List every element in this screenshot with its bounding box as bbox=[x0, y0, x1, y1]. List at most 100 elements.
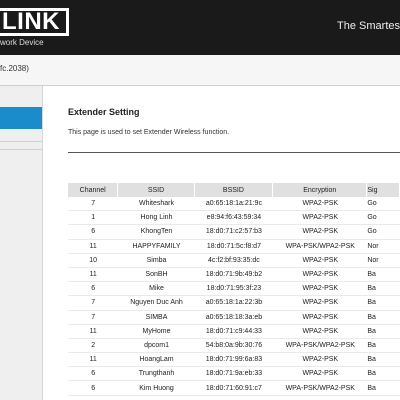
table-row[interactable]: 6 Kim Huong 18:d0:71:60:91:c7 WPA-PSK/WPA2-… bbox=[68, 381, 400, 396]
bssid-cell: 18:d0:71:9a:eb:33 bbox=[194, 367, 274, 382]
bssid-cell: a0:65:18:1a:22:3b bbox=[194, 296, 274, 311]
channel-cell: 1 bbox=[68, 211, 119, 226]
table-row[interactable]: 2 dpcom1 54:b8:0a:9b:30:76 WPA-PSK/WPA2-PSK… bbox=[68, 339, 400, 354]
page-title: Extender Setting bbox=[68, 107, 140, 117]
firmware-version: fc.2038) bbox=[0, 64, 29, 73]
table-row[interactable]: 11 HAPPYFAMILY 18:d0:71:5c:f8:d7 WPA-PSK/WP… bbox=[68, 240, 400, 254]
signal-cell: Ba bbox=[367, 381, 400, 396]
logo-subtitle: work Device bbox=[0, 38, 44, 47]
signal-cell: Nor bbox=[367, 254, 400, 268]
ssid-cell: KhongTen bbox=[118, 225, 195, 240]
table-row[interactable]: 11 MyHome 18:d0:71:c9:44:33 WPA2-PSK Ba bbox=[68, 325, 400, 339]
ssid-cell: SonBH bbox=[118, 268, 195, 283]
page-description: This page is used to set Extender Wirele… bbox=[68, 129, 230, 136]
encryption-cell: WPA-PSK/WPA2-PSK bbox=[273, 339, 368, 354]
encryption-cell: WPA2-PSK bbox=[273, 268, 368, 283]
signal-cell: Ba bbox=[367, 325, 400, 339]
top-header: LINK work Device The Smartes bbox=[0, 0, 400, 55]
signal-cell: Ba bbox=[367, 268, 400, 283]
encryption-cell: WPA2-PSK bbox=[273, 367, 368, 382]
ssid-cell: HoangLam bbox=[118, 353, 195, 368]
encryption-cell: WPA2-PSK bbox=[273, 296, 368, 311]
channel-cell: 11 bbox=[68, 353, 119, 368]
signal-cell: Ba bbox=[367, 282, 400, 297]
logo-text: LINK bbox=[0, 8, 69, 36]
ssid-cell: Trungthanh bbox=[118, 367, 195, 382]
channel-cell: 6 bbox=[68, 381, 119, 396]
sidebar-divider bbox=[0, 141, 42, 142]
ssid-cell: Whiteshark bbox=[118, 197, 195, 212]
ssid-cell: Kim Huong bbox=[118, 381, 195, 396]
ssid-cell: MyHome bbox=[118, 325, 195, 339]
channel-cell: 2 bbox=[68, 339, 119, 354]
ssid-cell: Simba bbox=[118, 254, 195, 268]
channel-cell: 7 bbox=[68, 311, 119, 325]
table-row[interactable]: 11 HoangLam 18:d0:71:99:6a:83 WPA2-PSK Ba bbox=[68, 353, 400, 368]
bssid-cell: 18:d0:71:99:6a:83 bbox=[194, 353, 274, 368]
signal-cell: Go bbox=[367, 211, 400, 226]
encryption-cell: WPA2-PSK bbox=[273, 197, 368, 212]
column-header-signal: Sig bbox=[367, 183, 400, 197]
table-row[interactable]: 6 Mike 18:d0:71:95:3f:23 WPA2-PSK Ba bbox=[68, 282, 400, 297]
bssid-cell: a0:65:18:18:3a:eb bbox=[194, 311, 274, 325]
signal-cell: Go bbox=[367, 197, 400, 212]
column-header-channel: Channel bbox=[68, 183, 119, 197]
channel-cell: 7 bbox=[68, 197, 119, 212]
signal-cell: Ba bbox=[367, 311, 400, 325]
bssid-cell: 18:d0:71:9b:49:b2 bbox=[194, 268, 274, 283]
bssid-cell: 18:d0:71:c9:44:33 bbox=[194, 325, 274, 339]
main-content: Extender Setting This page is used to se… bbox=[43, 86, 400, 400]
ssid-cell: Nguyen Duc Anh bbox=[118, 296, 195, 311]
channel-cell: 11 bbox=[68, 240, 119, 254]
ssid-cell: HAPPYFAMILY bbox=[118, 240, 195, 254]
channel-cell: 11 bbox=[68, 268, 119, 283]
channel-cell: 11 bbox=[68, 325, 119, 339]
encryption-cell: WPA2-PSK bbox=[273, 311, 368, 325]
channel-cell: 6 bbox=[68, 367, 119, 382]
ssid-cell: Mike bbox=[118, 282, 195, 297]
wireless-scan-table: Channel SSID BSSID Encryption Sig 7 White… bbox=[68, 183, 400, 396]
table-row[interactable]: 7 Whiteshark a0:65:18:1a:21:9c WPA2-PSK Go bbox=[68, 197, 400, 212]
bssid-cell: 18:d0:71:5c:f8:d7 bbox=[194, 240, 274, 254]
bssid-cell: e8:94:f6:43:59:34 bbox=[194, 211, 274, 226]
table-row[interactable]: 1 Hong Linh e8:94:f6:43:59:34 WPA2-PSK Go bbox=[68, 211, 400, 226]
encryption-cell: WPA2-PSK bbox=[273, 211, 368, 226]
column-header-encryption: Encryption bbox=[273, 183, 368, 197]
header-tagline: The Smartes bbox=[337, 20, 400, 32]
signal-cell: Ba bbox=[367, 353, 400, 368]
encryption-cell: WPA2-PSK bbox=[273, 282, 368, 297]
bssid-cell: 54:b8:0a:9b:30:76 bbox=[194, 339, 274, 354]
bssid-cell: 18:d0:71:95:3f:23 bbox=[194, 282, 274, 297]
ssid-cell: SIMBA bbox=[118, 311, 195, 325]
table-row[interactable]: 10 Simba 4c:f2:bf:93:35:dc WPA2-PSK Nor bbox=[68, 254, 400, 268]
brand-logo: LINK bbox=[0, 8, 69, 36]
table-row[interactable]: 7 Nguyen Duc Anh a0:65:18:1a:22:3b WPA2-PSK… bbox=[68, 296, 400, 311]
signal-cell: Go bbox=[367, 225, 400, 240]
encryption-cell: WPA2-PSK bbox=[273, 325, 368, 339]
table-row[interactable]: 11 SonBH 18:d0:71:9b:49:b2 WPA2-PSK Ba bbox=[68, 268, 400, 283]
table-row[interactable]: 6 Trungthanh 18:d0:71:9a:eb:33 WPA2-PSK Ba bbox=[68, 367, 400, 382]
encryption-cell: WPA2-PSK bbox=[273, 254, 368, 268]
channel-cell: 10 bbox=[68, 254, 119, 268]
divider bbox=[68, 152, 400, 153]
sidebar-menu bbox=[0, 86, 43, 400]
channel-cell: 6 bbox=[68, 225, 119, 240]
encryption-cell: WPA-PSK/WPA2-PSK bbox=[273, 381, 368, 396]
bssid-cell: 4c:f2:bf:93:35:dc bbox=[194, 254, 274, 268]
channel-cell: 7 bbox=[68, 296, 119, 311]
bssid-cell: a0:65:18:1a:21:9c bbox=[194, 197, 274, 212]
table-header-row: Channel SSID BSSID Encryption Sig bbox=[68, 183, 400, 197]
signal-cell: Ba bbox=[367, 367, 400, 382]
table-row[interactable]: 6 KhongTen 18:d0:71:c2:57:b3 WPA2-PSK Go bbox=[68, 225, 400, 240]
version-bar: fc.2038) bbox=[0, 55, 400, 86]
sidebar-item-active[interactable] bbox=[0, 107, 42, 129]
ssid-cell: Hong Linh bbox=[118, 211, 195, 226]
channel-cell: 6 bbox=[68, 282, 119, 297]
table-row[interactable]: 7 SIMBA a0:65:18:18:3a:eb WPA2-PSK Ba bbox=[68, 311, 400, 325]
ssid-cell: dpcom1 bbox=[118, 339, 195, 354]
bssid-cell: 18:d0:71:60:91:c7 bbox=[194, 381, 274, 396]
signal-cell: Ba bbox=[367, 339, 400, 354]
signal-cell: Nor bbox=[367, 240, 400, 254]
encryption-cell: WPA-PSK/WPA2-PSK bbox=[273, 240, 368, 254]
sidebar-divider bbox=[0, 149, 42, 150]
